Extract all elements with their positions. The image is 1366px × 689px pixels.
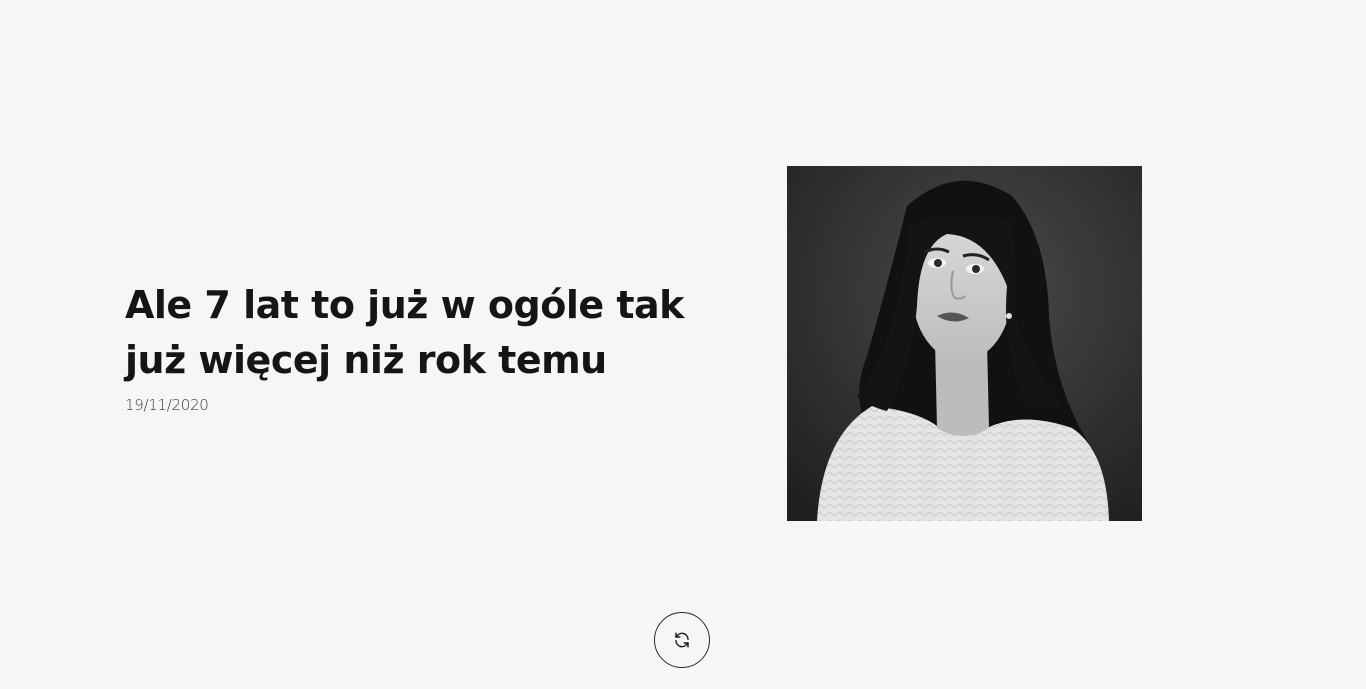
refresh-icon (675, 632, 689, 648)
post-title[interactable]: Ale 7 lat to już w ogóle tak już więcej … (125, 278, 685, 388)
post-date: 19/11/2020 (125, 396, 209, 414)
hero-section: Ale 7 lat to już w ogóle tak już więcej … (0, 0, 1366, 689)
portrait-photo (787, 166, 1142, 521)
reload-button[interactable] (654, 612, 710, 668)
